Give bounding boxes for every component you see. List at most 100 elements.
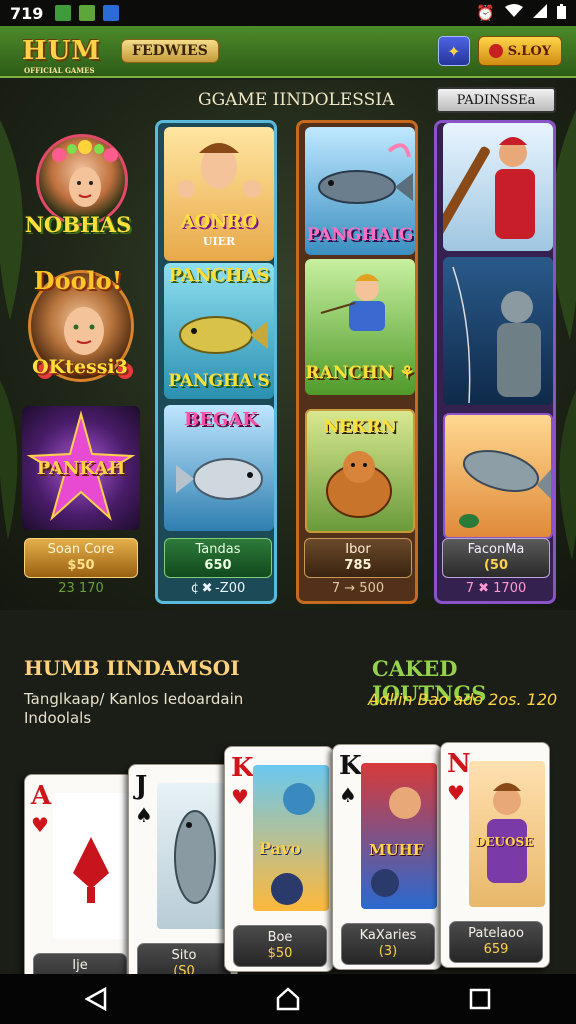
turban-man-game-tile[interactable] bbox=[443, 123, 553, 251]
ranchn-game-tile[interactable]: RANCHN ⚘ bbox=[305, 259, 415, 395]
game-title-nobhas: NOBHAS bbox=[24, 212, 132, 237]
price-name: Ibor bbox=[345, 542, 371, 557]
app-notification-icon bbox=[103, 5, 120, 21]
lightning-icon: ✦ bbox=[447, 41, 461, 61]
aonro-label: AONRO bbox=[180, 211, 258, 232]
lightning-button[interactable]: ✦ bbox=[437, 36, 470, 66]
image-notification-icon bbox=[79, 5, 96, 21]
playing-card-jack[interactable]: J ♠ Sito (S0 bbox=[128, 764, 238, 990]
card-name: KaXaries bbox=[359, 928, 417, 943]
status-bar: 719 ⏰ bbox=[0, 0, 576, 26]
pangha-label: PANGHA'S bbox=[168, 371, 270, 391]
card-name: Ije bbox=[72, 958, 88, 973]
price-subtext-3: 7 → 500 bbox=[331, 581, 385, 596]
recents-button[interactable] bbox=[460, 979, 500, 1019]
playing-card-ace[interactable]: A ♥ Ije 2310 bbox=[24, 774, 134, 1000]
back-icon bbox=[85, 987, 107, 1011]
price-value: $50 bbox=[67, 558, 95, 573]
card-name: Sito bbox=[171, 948, 197, 963]
card-rank: J bbox=[135, 771, 148, 801]
card-art: DEUOSE bbox=[469, 761, 545, 907]
begak-game-tile[interactable]: BEGAK bbox=[164, 405, 274, 531]
price-name: Tandas bbox=[195, 542, 241, 557]
recents-icon bbox=[469, 988, 491, 1010]
lower-right-description: Adliin Bao ado 2os. 120 bbox=[368, 690, 558, 709]
aonro-game-tile[interactable]: AONRO UIER bbox=[164, 127, 274, 261]
card-rank: K bbox=[339, 751, 362, 781]
lower-description: Tanglkaap/ Kanlos Iedoardain Indoolals bbox=[24, 690, 244, 727]
header-tag-button[interactable]: FEDWIES bbox=[121, 39, 219, 63]
card-rank: A bbox=[31, 781, 52, 811]
card-art-text: MUHF bbox=[369, 841, 424, 859]
back-button[interactable] bbox=[76, 979, 116, 1019]
game-column-3[interactable]: PANGHAIG RANCHN ⚘ NEKRN bbox=[296, 120, 418, 604]
playing-card-king-spades[interactable]: K ♠ MUHF KaXaries (3) bbox=[332, 744, 442, 970]
record-icon bbox=[488, 44, 503, 58]
card-value: (3) bbox=[378, 944, 398, 959]
card-art: MUHF bbox=[361, 763, 437, 909]
heart-suit-icon: ♥ bbox=[231, 785, 249, 809]
playing-card-king-hearts[interactable]: K ♥ Pavo Boe $50 bbox=[224, 746, 334, 972]
card-caption: Boe $50 bbox=[233, 925, 327, 967]
heart-suit-icon: ♥ bbox=[31, 813, 49, 837]
section-tab-button[interactable]: PADINSSEa bbox=[436, 87, 556, 113]
app-header: HUM OFFICIAL GAMES FEDWIES ✦ S.LOY bbox=[0, 26, 576, 78]
battery-icon bbox=[557, 3, 566, 23]
heart-suit-icon: ♥ bbox=[447, 781, 465, 805]
ranchn-label: RANCHN ⚘ bbox=[305, 363, 415, 383]
price-box-3[interactable]: Ibor 785 bbox=[304, 538, 412, 578]
card-art bbox=[53, 793, 129, 939]
price-box-2[interactable]: Tandas 650 bbox=[164, 538, 272, 578]
alarm-icon: ⏰ bbox=[476, 4, 495, 22]
slot-button-label: S.LOY bbox=[507, 43, 551, 59]
signal-icon bbox=[533, 4, 547, 22]
home-button[interactable] bbox=[268, 979, 308, 1019]
panghaig-game-tile[interactable]: PANGHAIG bbox=[305, 127, 415, 255]
home-icon bbox=[276, 987, 300, 1011]
price-name: FaconMa bbox=[467, 542, 525, 557]
card-rank: K bbox=[231, 753, 254, 783]
card-art bbox=[157, 783, 233, 929]
android-nav-bar bbox=[0, 974, 576, 1024]
game-title-doolo: Doolo! bbox=[33, 266, 123, 295]
price-value: 785 bbox=[344, 558, 372, 573]
logo-text: HUM bbox=[22, 36, 102, 66]
app-logo[interactable]: HUM OFFICIAL GAMES bbox=[14, 36, 109, 75]
card-value: 659 bbox=[483, 942, 509, 957]
price-box-4[interactable]: FaconMa (50 bbox=[442, 538, 550, 578]
card-art-text: Pavo bbox=[259, 839, 301, 858]
price-subtext-4: 7 ✖ 1700 bbox=[465, 581, 527, 596]
game-column-2[interactable]: AONRO UIER PANCHAS PANGHA'S BEGAK bbox=[155, 120, 277, 604]
card-name: Patelaoo bbox=[468, 926, 524, 941]
fisherman-game-tile[interactable] bbox=[443, 257, 553, 405]
card-caption: Patelaoo 659 bbox=[449, 921, 543, 963]
aonro-sublabel: UIER bbox=[202, 235, 236, 248]
card-art: Pavo bbox=[253, 765, 329, 911]
price-box-1[interactable]: Soan Core $50 bbox=[24, 538, 138, 578]
panchas-game-tile[interactable]: PANCHAS PANGHA'S bbox=[164, 263, 274, 399]
notification-icon bbox=[55, 5, 72, 21]
logo-subtitle: OFFICIAL GAMES bbox=[24, 66, 95, 75]
card-value: $50 bbox=[267, 946, 293, 961]
playing-card-n-hearts[interactable]: N ♥ DEUOSE Patelaoo 659 bbox=[440, 742, 550, 968]
card-rank: N bbox=[447, 749, 471, 779]
status-time: 719 bbox=[10, 3, 44, 23]
game-title-oktessi: OKtessi3 bbox=[32, 356, 128, 378]
card-art-text: DEUOSE bbox=[475, 835, 534, 849]
wifi-icon bbox=[505, 4, 523, 22]
lower-section-title: HUMB IINDAMSOI bbox=[24, 656, 240, 680]
big-fish-game-tile[interactable] bbox=[443, 413, 553, 539]
nekrn-game-tile[interactable]: NEKRN bbox=[305, 409, 415, 533]
slot-button[interactable]: S.LOY bbox=[477, 36, 562, 66]
price-value: 650 bbox=[204, 558, 232, 573]
price-name: Soan Core bbox=[47, 542, 115, 557]
card-name: Boe bbox=[267, 930, 293, 945]
price-subtext-2: ¢ ✖ -Z00 bbox=[190, 581, 246, 596]
spade-suit-icon: ♠ bbox=[339, 783, 357, 807]
section-title: GGAME IINDOLESSIA bbox=[198, 90, 395, 110]
price-value: (50 bbox=[483, 558, 509, 573]
game-column-4[interactable] bbox=[434, 120, 556, 604]
panghaig-label: PANGHAIG bbox=[306, 225, 414, 245]
card-caption: KaXaries (3) bbox=[341, 923, 435, 965]
spade-suit-icon: ♠ bbox=[135, 803, 153, 827]
